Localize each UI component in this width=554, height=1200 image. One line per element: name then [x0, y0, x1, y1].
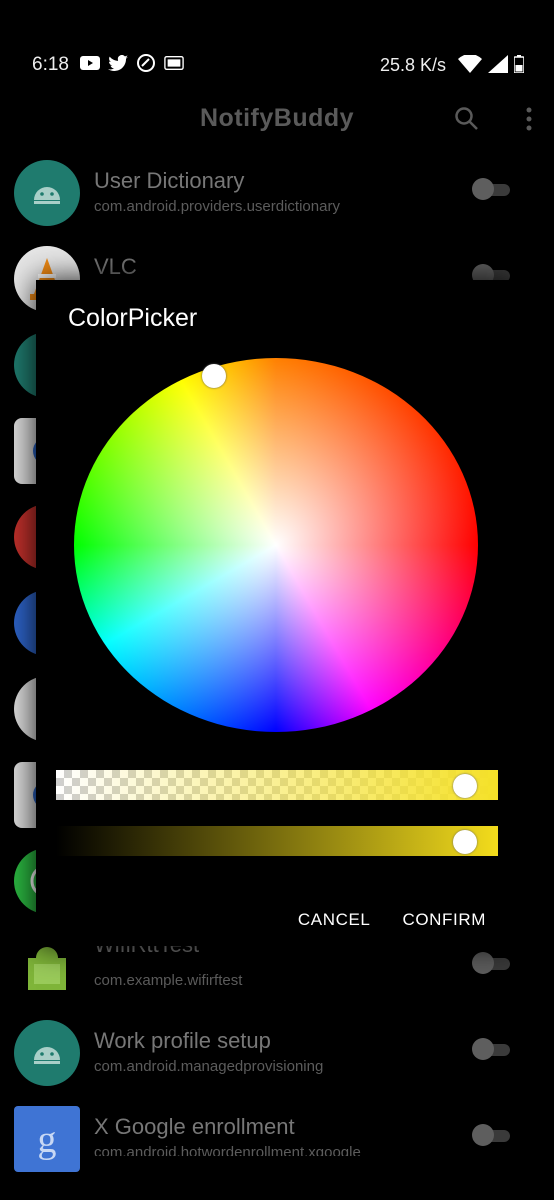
- color-picker-dialog: ColorPicker CANCEL CONFIRM: [36, 280, 518, 946]
- color-wheel-handle[interactable]: [202, 364, 226, 388]
- status-bar: 6:18 25.8 K/s: [0, 0, 554, 100]
- toggle-switch[interactable]: [472, 178, 512, 200]
- dialog-title: ColorPicker: [68, 304, 198, 332]
- color-wheel[interactable]: [74, 358, 478, 732]
- gb-icon: [164, 55, 184, 71]
- cancel-button[interactable]: CANCEL: [298, 910, 371, 930]
- app-name: Work profile setup: [94, 1028, 271, 1053]
- wifi-icon: [458, 54, 482, 78]
- value-slider[interactable]: [56, 826, 498, 856]
- search-icon[interactable]: [454, 106, 480, 137]
- notification-icons: [80, 54, 184, 72]
- list-item[interactable]: User Dictionary com.android.providers.us…: [0, 150, 554, 236]
- app-name: VLC: [94, 254, 137, 279]
- status-time: 6:18: [32, 54, 69, 75]
- app-bar: NotifyBuddy: [0, 96, 554, 146]
- google-icon: g: [14, 1106, 80, 1172]
- toggle-switch[interactable]: [472, 952, 512, 974]
- toggle-switch[interactable]: [472, 1124, 512, 1146]
- hue-saturation-wheel[interactable]: [74, 358, 478, 732]
- android-icon: [14, 160, 80, 226]
- more-vert-icon[interactable]: [524, 106, 534, 137]
- confirm-button[interactable]: CONFIRM: [402, 910, 486, 930]
- svg-text:g: g: [38, 1119, 57, 1161]
- youtube-icon: [80, 55, 100, 71]
- app-package: com.android.hotwordenrollment.xgoogle: [94, 1144, 361, 1156]
- network-speed: 25.8 K/s: [379, 55, 446, 75]
- app-name: X Google enrollment: [94, 1114, 295, 1139]
- app-package: com.android.providers.userdictionary: [94, 198, 340, 215]
- signal-icon: [488, 55, 508, 78]
- toggle-switch[interactable]: [472, 1038, 512, 1060]
- list-item[interactable]: Work profile setup com.android.managedpr…: [0, 1010, 554, 1096]
- android-icon: [14, 1020, 80, 1086]
- app-icon: [136, 54, 156, 72]
- app-package: com.android.managedprovisioning: [94, 1058, 324, 1075]
- dialog-actions: CANCEL CONFIRM: [298, 910, 486, 930]
- twitter-icon: [108, 55, 128, 71]
- battery-icon: [513, 55, 525, 78]
- app-package: com.example.wifirftest: [94, 972, 243, 989]
- app-name: User Dictionary: [94, 168, 245, 193]
- list-item[interactable]: g X Google enrollment com.android.hotwor…: [0, 1096, 554, 1182]
- alpha-slider[interactable]: [56, 770, 498, 800]
- value-slider-knob[interactable]: [453, 830, 478, 854]
